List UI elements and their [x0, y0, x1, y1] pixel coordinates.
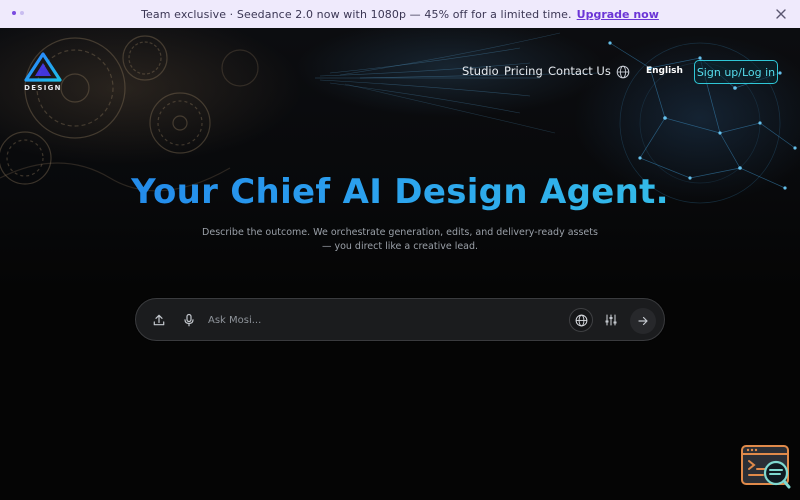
prompt-bar [135, 298, 665, 341]
upload-icon[interactable] [152, 313, 166, 327]
assistant-widget-icon [741, 445, 791, 489]
top-nav: Studio Pricing Contact Us English [0, 62, 800, 82]
nav-contact-us[interactable]: Contact Us [548, 64, 611, 78]
language-selector[interactable]: English [646, 66, 683, 76]
carousel-dots[interactable] [12, 11, 24, 15]
nav-studio[interactable]: Studio [462, 64, 499, 78]
assistant-widget[interactable] [741, 444, 793, 490]
carousel-dot-active[interactable] [12, 11, 16, 15]
hero-background [0, 28, 800, 500]
signup-login-button[interactable]: Sign up/Log in [694, 60, 778, 84]
hero-headline: Your Chief AI Design Agent. [0, 172, 800, 212]
upgrade-link[interactable]: Upgrade now [577, 8, 659, 21]
announcement-bar: Team exclusive · Seedance 2.0 now with 1… [0, 0, 800, 28]
microphone-icon[interactable] [182, 313, 196, 327]
announcement-text: Team exclusive · Seedance 2.0 now with 1… [141, 7, 572, 21]
hero-subline: Describe the outcome. We orchestrate gen… [202, 227, 598, 252]
web-search-toggle[interactable] [569, 308, 593, 332]
logo-text: DESIGN [24, 84, 62, 92]
arrow-right-icon [638, 316, 648, 326]
carousel-dot[interactable] [20, 11, 24, 15]
language-globe-icon[interactable] [616, 65, 630, 79]
sliders-icon[interactable] [604, 313, 618, 327]
nav-pricing[interactable]: Pricing [504, 64, 543, 78]
send-button[interactable] [630, 308, 656, 334]
prompt-input[interactable] [208, 310, 558, 330]
globe-icon [575, 314, 587, 326]
close-icon[interactable] [774, 7, 788, 21]
